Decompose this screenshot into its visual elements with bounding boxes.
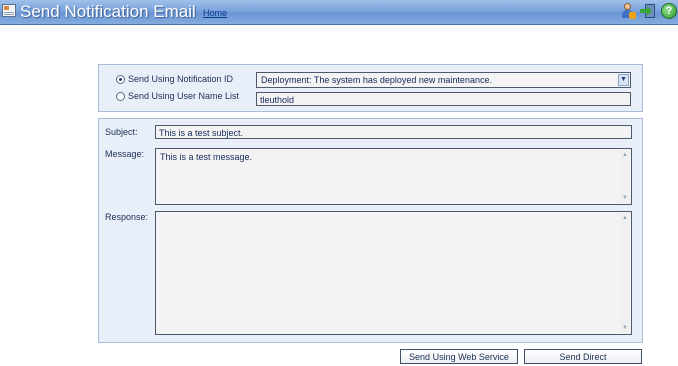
user-settings-icon[interactable] <box>620 3 636 19</box>
send-options-panel: Send Using Notification ID Send Using Us… <box>98 64 643 112</box>
notification-id-radio[interactable] <box>116 74 125 84</box>
message-scrollbar[interactable]: ▲ ▼ <box>620 150 630 203</box>
response-textarea[interactable]: ▲ ▼ <box>155 211 632 335</box>
message-textarea[interactable]: This is a test message. ▲ ▼ <box>155 148 632 205</box>
subject-input[interactable]: This is a test subject. <box>155 125 632 139</box>
page-title: Send Notification Email <box>20 2 196 21</box>
exit-icon[interactable] <box>640 3 656 19</box>
chevron-down-icon[interactable]: ▼ <box>618 74 629 86</box>
scroll-up-icon[interactable]: ▲ <box>620 213 630 223</box>
title-bar: Send Notification Email Home ? <box>0 0 678 25</box>
notification-id-select[interactable]: Deployment: The system has deployed new … <box>256 72 631 88</box>
message-label: Message: <box>105 149 145 159</box>
subject-label: Subject: <box>105 127 138 137</box>
notification-id-radio-row[interactable]: Send Using Notification ID <box>116 72 233 86</box>
notification-id-selected-value: Deployment: The system has deployed new … <box>261 75 492 85</box>
message-text: This is a test message. <box>160 152 253 162</box>
response-scrollbar[interactable]: ▲ ▼ <box>620 213 630 333</box>
scroll-down-icon[interactable]: ▼ <box>620 193 630 203</box>
app-icon <box>2 4 16 17</box>
send-using-web-service-button[interactable]: Send Using Web Service <box>400 349 518 364</box>
user-list-radio-row[interactable]: Send Using User Name List <box>116 89 239 103</box>
home-link[interactable]: Home <box>203 7 227 19</box>
help-icon[interactable]: ? <box>661 3 677 19</box>
user-list-radio[interactable] <box>116 91 125 101</box>
notification-id-label: Send Using Notification ID <box>128 74 234 84</box>
scroll-up-icon[interactable]: ▲ <box>620 150 630 160</box>
user-list-label: Send Using User Name List <box>128 91 240 101</box>
response-label: Response: <box>105 212 149 222</box>
scroll-down-icon[interactable]: ▼ <box>620 323 630 333</box>
send-direct-button[interactable]: Send Direct <box>524 349 642 364</box>
message-panel: Subject: This is a test subject. Message… <box>98 118 643 343</box>
user-name-list-input[interactable]: tleuthold <box>256 92 631 106</box>
